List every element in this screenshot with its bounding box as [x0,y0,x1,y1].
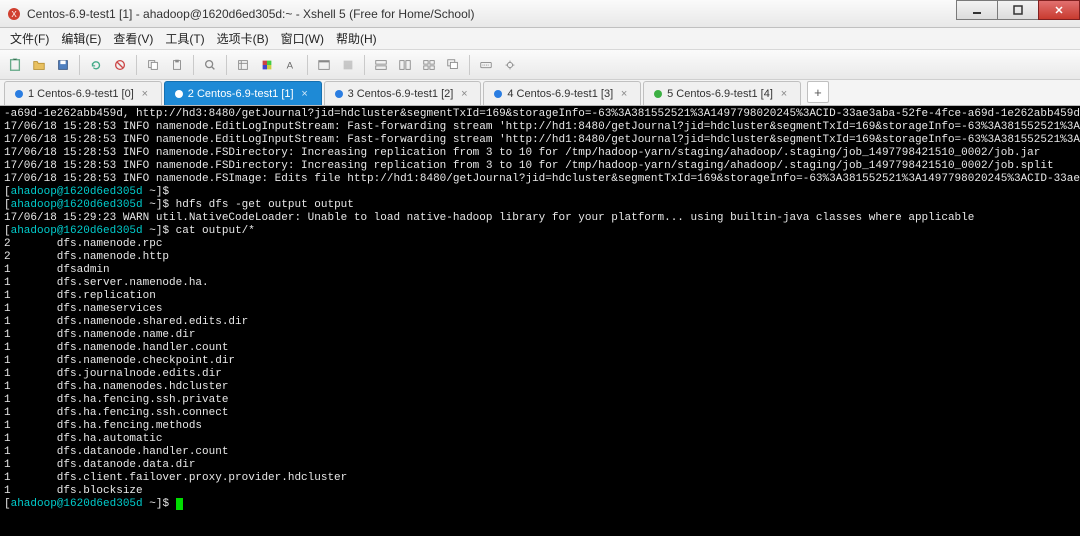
tab-label: 2 Centos-6.9-test1 [1] [188,88,294,100]
find-icon[interactable] [199,54,221,76]
save-icon[interactable] [52,54,74,76]
app-icon: X [6,6,22,22]
tab-label: 1 Centos-6.9-test1 [0] [28,88,134,100]
tile-grid-icon[interactable] [418,54,440,76]
session-tab[interactable]: 2 Centos-6.9-test1 [1] × [164,81,322,105]
tab-close-icon[interactable]: × [299,88,311,100]
open-folder-icon[interactable] [28,54,50,76]
tab-status-dot-icon [654,90,662,98]
window-titlebar: X Centos-6.9-test1 [1] - ahadoop@1620d6e… [0,0,1080,28]
session-tabbar: 1 Centos-6.9-test1 [0]×2 Centos-6.9-test… [0,80,1080,106]
session-tab[interactable]: 4 Centos-6.9-test1 [3] × [483,81,641,105]
settings-icon[interactable] [499,54,521,76]
toolbar-separator [469,55,470,75]
maximize-button[interactable] [997,0,1039,20]
menubar: 文件(F) 编辑(E) 查看(V) 工具(T) 选项卡(B) 窗口(W) 帮助(… [0,28,1080,50]
reconnect-icon[interactable] [85,54,107,76]
cascade-icon[interactable] [442,54,464,76]
menu-tabs[interactable]: 选项卡(B) [211,28,275,49]
tab-status-dot-icon [494,90,502,98]
toolbar: A [0,50,1080,80]
minimize-button[interactable] [956,0,998,20]
session-tab[interactable]: 5 Centos-6.9-test1 [4] × [643,81,801,105]
tile-horizontal-icon[interactable] [370,54,392,76]
paste-icon[interactable] [166,54,188,76]
new-tab-button[interactable]: + [807,81,829,103]
menu-edit[interactable]: 编辑(E) [55,28,107,49]
menu-tools[interactable]: 工具(T) [159,28,210,49]
menu-view[interactable]: 查看(V) [107,28,159,49]
tab-status-dot-icon [175,90,183,98]
session-tab[interactable]: 3 Centos-6.9-test1 [2] × [324,81,482,105]
session-tab[interactable]: 1 Centos-6.9-test1 [0] × [4,81,162,105]
copy-icon[interactable] [142,54,164,76]
menu-window[interactable]: 窗口(W) [275,28,330,49]
menu-help[interactable]: 帮助(H) [330,28,383,49]
menu-file[interactable]: 文件(F) [4,28,55,49]
tab-label: 4 Centos-6.9-test1 [3] [507,88,613,100]
tab-label: 3 Centos-6.9-test1 [2] [348,88,454,100]
toolbar-separator [136,55,137,75]
properties-icon[interactable] [232,54,254,76]
tab-close-icon[interactable]: × [778,88,790,100]
close-button[interactable] [1038,0,1080,20]
tab-label: 5 Centos-6.9-test1 [4] [667,88,773,100]
toolbar-separator [364,55,365,75]
toolbar-separator [193,55,194,75]
tab-close-icon[interactable]: × [618,88,630,100]
svg-text:X: X [11,10,17,19]
window-title: Centos-6.9-test1 [1] - ahadoop@1620d6ed3… [27,7,957,21]
transparency-icon[interactable] [337,54,359,76]
fullscreen-icon[interactable] [313,54,335,76]
cursor [176,498,183,510]
key-map-icon[interactable] [475,54,497,76]
tile-vertical-icon[interactable] [394,54,416,76]
svg-text:A: A [287,60,294,71]
color-scheme-icon[interactable] [256,54,278,76]
tab-close-icon[interactable]: × [458,88,470,100]
terminal-output[interactable]: -a69d-1e262abb459d, http://hd3:8480/getJ… [0,106,1080,536]
tab-status-dot-icon [15,90,23,98]
toolbar-separator [307,55,308,75]
tab-status-dot-icon [335,90,343,98]
new-session-icon[interactable] [4,54,26,76]
disconnect-icon[interactable] [109,54,131,76]
toolbar-separator [79,55,80,75]
font-icon[interactable]: A [280,54,302,76]
toolbar-separator [226,55,227,75]
tab-close-icon[interactable]: × [139,88,151,100]
